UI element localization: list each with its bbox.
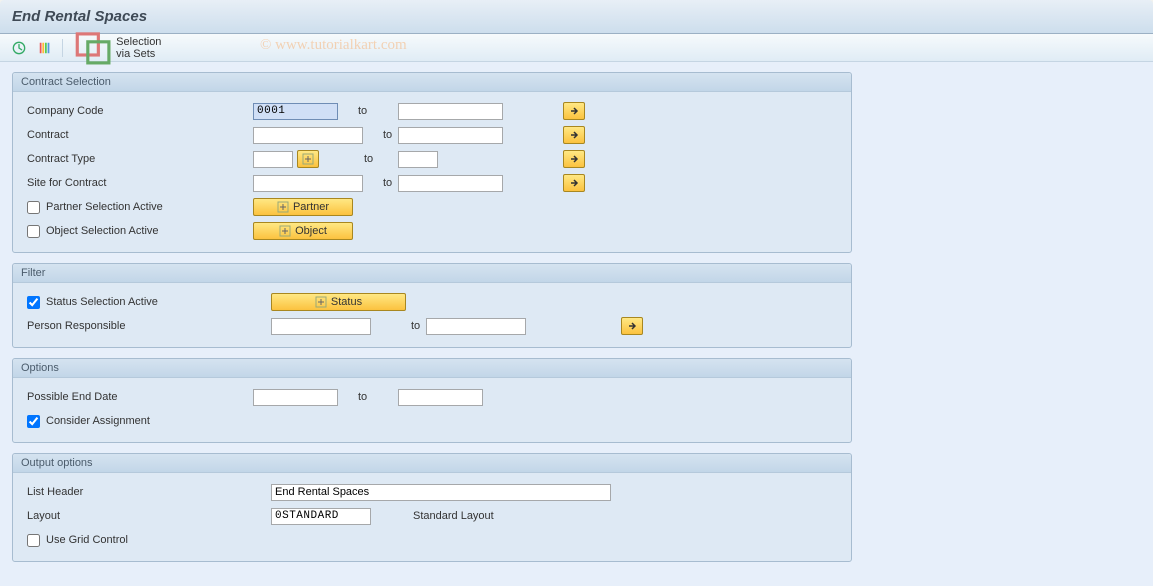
- tree-expand-icon: [315, 296, 327, 308]
- company-code-to-input[interactable]: [398, 103, 503, 120]
- filter-title: Filter: [13, 264, 851, 283]
- arrow-right-icon: [569, 178, 579, 188]
- contract-type-to-input[interactable]: [398, 151, 438, 168]
- output-group: Output options List Header Layout Standa…: [12, 453, 852, 562]
- object-active-checkbox[interactable]: [27, 225, 40, 238]
- list-header-input[interactable]: [271, 484, 611, 501]
- arrow-right-icon: [569, 154, 579, 164]
- person-from-input[interactable]: [271, 318, 371, 335]
- end-date-label: Possible End Date: [23, 391, 253, 403]
- layout-desc: Standard Layout: [413, 510, 494, 522]
- status-active-label: Status Selection Active: [23, 296, 271, 309]
- site-to-input[interactable]: [398, 175, 503, 192]
- page-title: End Rental Spaces: [0, 0, 1153, 34]
- person-to-label: to: [371, 320, 426, 332]
- layout-label: Layout: [23, 510, 271, 522]
- person-label: Person Responsible: [23, 320, 271, 332]
- options-title: Options: [13, 359, 851, 378]
- company-code-more-button[interactable]: [563, 102, 585, 120]
- consider-label: Consider Assignment: [23, 415, 253, 428]
- selection-via-sets-button[interactable]: Selection via Sets: [69, 38, 168, 58]
- partner-button[interactable]: Partner: [253, 198, 353, 216]
- status-button[interactable]: Status: [271, 293, 406, 311]
- options-group: Options Possible End Date to Consider As…: [12, 358, 852, 443]
- partner-active-label: Partner Selection Active: [23, 201, 253, 214]
- end-date-from-input[interactable]: [253, 389, 338, 406]
- sets-icon: [72, 26, 114, 68]
- end-date-to-label: to: [338, 391, 398, 403]
- status-active-checkbox[interactable]: [27, 296, 40, 309]
- clock-execute-icon: [12, 41, 26, 55]
- contract-selection-title: Contract Selection: [13, 73, 851, 92]
- list-header-label: List Header: [23, 486, 271, 498]
- rainbow-bars-icon: [38, 41, 52, 55]
- object-active-label: Object Selection Active: [23, 225, 253, 238]
- consider-checkbox[interactable]: [27, 415, 40, 428]
- site-from-input[interactable]: [253, 175, 363, 192]
- contract-label: Contract: [23, 129, 253, 141]
- toolbar-divider: [62, 39, 63, 57]
- use-grid-checkbox[interactable]: [27, 534, 40, 547]
- contract-type-from-input[interactable]: [253, 151, 293, 168]
- contract-more-button[interactable]: [563, 126, 585, 144]
- arrow-right-icon: [569, 106, 579, 116]
- tree-expand-icon: [279, 225, 291, 237]
- person-more-button[interactable]: [621, 317, 643, 335]
- tree-expand-icon: [302, 153, 314, 165]
- site-to-label: to: [363, 177, 398, 189]
- arrow-right-icon: [569, 130, 579, 140]
- contract-type-more-button[interactable]: [563, 150, 585, 168]
- end-date-to-input[interactable]: [398, 389, 483, 406]
- arrow-right-icon: [627, 321, 637, 331]
- partner-active-checkbox[interactable]: [27, 201, 40, 214]
- company-code-label: Company Code: [23, 105, 253, 117]
- variant-button[interactable]: [34, 38, 56, 58]
- selection-via-sets-label: Selection via Sets: [116, 36, 161, 60]
- filter-group: Filter Status Selection Active Status Pe…: [12, 263, 852, 348]
- site-label: Site for Contract: [23, 177, 253, 189]
- layout-input[interactable]: [271, 508, 371, 525]
- contract-from-input[interactable]: [253, 127, 363, 144]
- contract-type-label: Contract Type: [23, 153, 253, 165]
- watermark-text: © www.tutorialkart.com: [260, 37, 407, 54]
- company-code-from-input[interactable]: [253, 103, 338, 120]
- toolbar: Selection via Sets © www.tutorialkart.co…: [0, 34, 1153, 62]
- contract-type-to-label: to: [319, 153, 398, 165]
- contract-selection-group: Contract Selection Company Code to Contr…: [12, 72, 852, 253]
- use-grid-label: Use Grid Control: [23, 534, 253, 547]
- person-to-input[interactable]: [426, 318, 526, 335]
- company-code-to-label: to: [338, 105, 398, 117]
- execute-button[interactable]: [8, 38, 30, 58]
- output-title: Output options: [13, 454, 851, 473]
- site-more-button[interactable]: [563, 174, 585, 192]
- object-button[interactable]: Object: [253, 222, 353, 240]
- contract-to-input[interactable]: [398, 127, 503, 144]
- tree-expand-icon: [277, 201, 289, 213]
- contract-to-label: to: [363, 129, 398, 141]
- contract-type-expand-button[interactable]: [297, 150, 319, 168]
- content-area: Contract Selection Company Code to Contr…: [0, 62, 1153, 586]
